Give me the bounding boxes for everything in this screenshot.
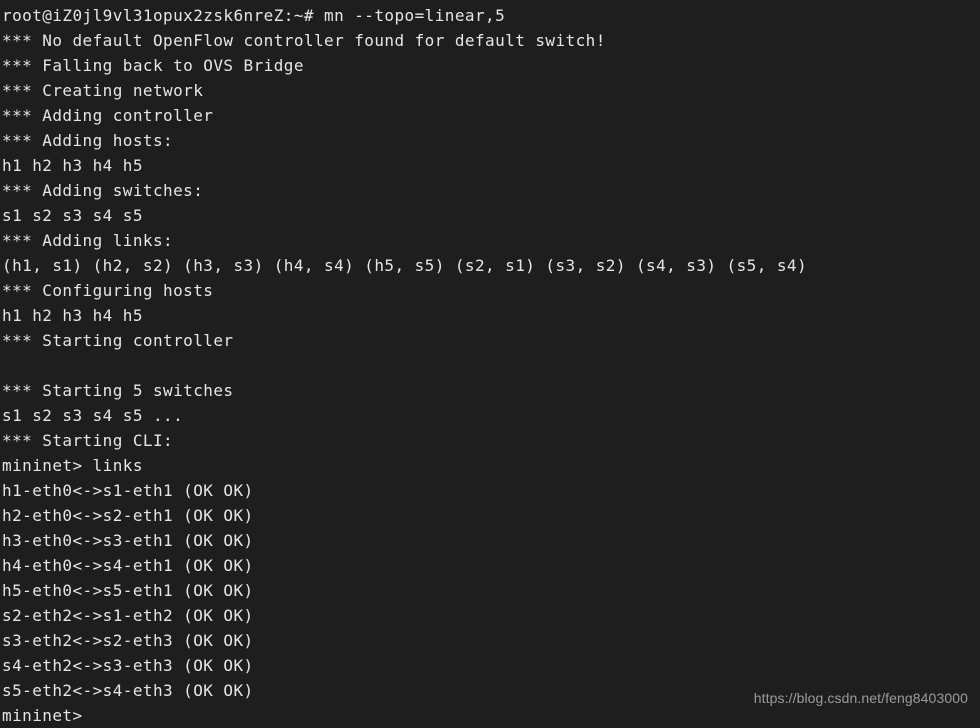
terminal-line: *** Starting CLI: bbox=[2, 431, 174, 450]
terminal-line: s1 s2 s3 s4 s5 bbox=[2, 206, 143, 225]
terminal-line: s1 s2 s3 s4 s5 ... bbox=[2, 406, 184, 425]
terminal-output: root@iZ0jl9vl31opux2zsk6nreZ:~# mn --top… bbox=[2, 3, 980, 728]
terminal-line: h2-eth0<->s2-eth1 (OK OK) bbox=[2, 506, 254, 525]
terminal-line: mininet> links bbox=[2, 456, 143, 475]
terminal-line: (h1, s1) (h2, s2) (h3, s3) (h4, s4) (h5,… bbox=[2, 256, 808, 275]
terminal-line: root@iZ0jl9vl31opux2zsk6nreZ:~# mn --top… bbox=[2, 6, 506, 25]
terminal-line: s2-eth2<->s1-eth2 (OK OK) bbox=[2, 606, 254, 625]
terminal-window[interactable]: root@iZ0jl9vl31opux2zsk6nreZ:~# mn --top… bbox=[0, 0, 980, 728]
terminal-line: mininet> bbox=[2, 706, 83, 725]
terminal-line: *** Configuring hosts bbox=[2, 281, 214, 300]
terminal-line: *** No default OpenFlow controller found… bbox=[2, 31, 606, 50]
terminal-line: s3-eth2<->s2-eth3 (OK OK) bbox=[2, 631, 254, 650]
terminal-line: *** Starting 5 switches bbox=[2, 381, 234, 400]
terminal-line: h1 h2 h3 h4 h5 bbox=[2, 156, 143, 175]
terminal-line: *** Adding hosts: bbox=[2, 131, 174, 150]
terminal-line: *** Adding controller bbox=[2, 106, 214, 125]
terminal-line: *** Starting controller bbox=[2, 331, 234, 350]
terminal-line: h1-eth0<->s1-eth1 (OK OK) bbox=[2, 481, 254, 500]
terminal-line: *** Adding links: bbox=[2, 231, 174, 250]
terminal-line: h4-eth0<->s4-eth1 (OK OK) bbox=[2, 556, 254, 575]
terminal-line: h1 h2 h3 h4 h5 bbox=[2, 306, 143, 325]
terminal-line: s4-eth2<->s3-eth3 (OK OK) bbox=[2, 656, 254, 675]
terminal-line: *** Falling back to OVS Bridge bbox=[2, 56, 304, 75]
terminal-line: h5-eth0<->s5-eth1 (OK OK) bbox=[2, 581, 254, 600]
terminal-line: h3-eth0<->s3-eth1 (OK OK) bbox=[2, 531, 254, 550]
terminal-line: *** Adding switches: bbox=[2, 181, 204, 200]
terminal-line: *** Creating network bbox=[2, 81, 204, 100]
terminal-line: s5-eth2<->s4-eth3 (OK OK) bbox=[2, 681, 254, 700]
